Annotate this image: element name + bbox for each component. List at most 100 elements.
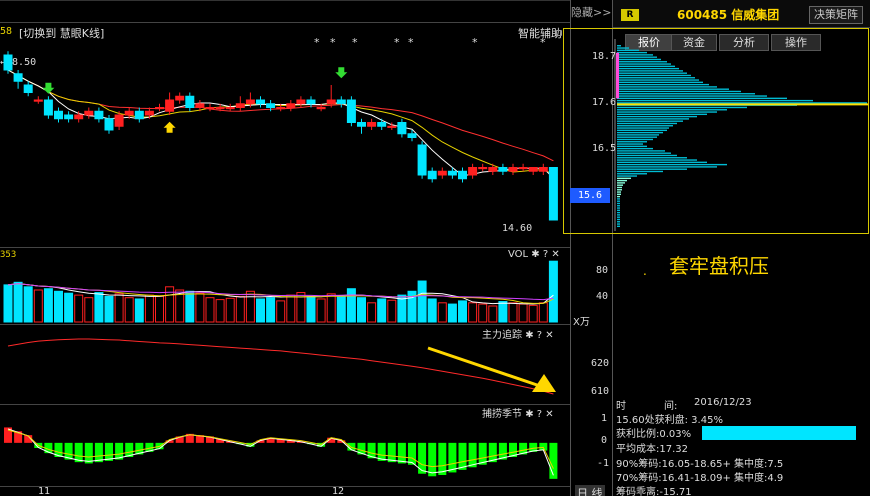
- chip-bar: [617, 195, 620, 198]
- volume-bar: [508, 302, 518, 323]
- candle-body: [185, 95, 195, 108]
- candle-body: [276, 107, 286, 110]
- help-icon[interactable]: ?: [537, 330, 542, 341]
- chip-bar: [617, 216, 620, 218]
- chip-bar: [617, 136, 657, 138]
- volume-bar: [316, 298, 326, 323]
- chip-bar: [617, 72, 687, 74]
- season-bar: [105, 442, 113, 461]
- volume-bar: [326, 293, 336, 323]
- chip-price-tick: 16.5: [592, 143, 617, 154]
- gear-icon[interactable]: ✱: [525, 409, 533, 420]
- volume-bar: [195, 292, 205, 323]
- volume-bar: [104, 295, 114, 323]
- gear-icon[interactable]: ✱: [531, 249, 539, 260]
- candle-body: [498, 167, 508, 172]
- chip-bar: [617, 90, 741, 93]
- chip-bar: [617, 152, 671, 154]
- volume-bar: [276, 300, 286, 323]
- candle-body: [336, 99, 346, 105]
- candle-body: [367, 122, 377, 127]
- track-toolbar: 主力追踪 ✱ ? ✕: [482, 326, 554, 341]
- candle-body: [397, 122, 407, 135]
- hide-panel-button[interactable]: 隐藏>>: [571, 4, 611, 20]
- candle-body: [54, 110, 63, 120]
- volume-bar: [225, 297, 235, 323]
- chip-bar: [617, 200, 620, 202]
- chip-bar: [617, 182, 625, 184]
- close-icon[interactable]: ✕: [545, 409, 553, 420]
- candle-body: [3, 54, 13, 71]
- volume-bar: [458, 300, 467, 323]
- period-selector[interactable]: 日 线: [575, 485, 605, 496]
- vol-toolbar: VOL ✱ ? ✕: [508, 249, 560, 260]
- candle-body: [346, 99, 356, 123]
- candle-body: [508, 167, 518, 172]
- chip-bar: [617, 221, 620, 223]
- candle-body: [165, 99, 175, 112]
- x-axis-label: 12: [332, 486, 345, 496]
- ma10-line: [7, 69, 554, 175]
- candle-body: [175, 95, 185, 101]
- candle-body: [468, 167, 478, 176]
- volume-bar: [367, 302, 377, 323]
- season-bar: [418, 442, 427, 474]
- volume-bar: [447, 303, 457, 323]
- chip-slogan: 套牢盘积压: [669, 254, 769, 278]
- chip-bar: [617, 49, 639, 52]
- chip-bar: [617, 70, 683, 72]
- volume-bar: [256, 298, 265, 323]
- chip-bar: [617, 163, 727, 166]
- candle-body: [104, 118, 114, 131]
- candle-body: [518, 167, 528, 170]
- volume-bar: [235, 295, 245, 323]
- candle-body: [548, 167, 558, 221]
- chip-bar: [617, 47, 629, 49]
- candle-body: [64, 114, 74, 120]
- volume-bar: [64, 292, 74, 323]
- slogan-dot: .: [643, 264, 647, 278]
- chip-bar: [617, 109, 727, 111]
- chip-bar: [617, 223, 620, 225]
- track-tick: 610: [591, 386, 610, 397]
- chip-bar: [617, 118, 689, 120]
- volume-bar: [437, 302, 447, 323]
- decision-matrix-button[interactable]: 决策矩阵: [809, 6, 863, 24]
- candle-body: [84, 110, 94, 116]
- candle-body: [296, 99, 306, 105]
- volume-bar: [387, 299, 397, 323]
- candle-body: [488, 167, 498, 172]
- chip-bar: [617, 179, 627, 182]
- close-icon[interactable]: ✕: [545, 330, 553, 341]
- chip-bar: [617, 61, 667, 63]
- candle-body: [417, 144, 427, 176]
- chip-bar: [617, 86, 717, 88]
- chip-bar: [617, 131, 663, 134]
- close-icon[interactable]: ✕: [551, 249, 559, 260]
- stat-profit-ratio: 获利比例:0.03%: [616, 429, 692, 440]
- chip-bar: [617, 198, 620, 200]
- help-icon[interactable]: ?: [543, 249, 548, 260]
- season-bar: [428, 442, 437, 477]
- x-axis-label: 11: [38, 486, 51, 496]
- candle-body: [74, 114, 84, 120]
- season-bar: [387, 442, 396, 463]
- gear-icon[interactable]: ✱: [525, 330, 533, 341]
- chip-bar: [617, 186, 622, 189]
- sell-signal-arrow: [42, 82, 55, 94]
- chip-bar: [617, 143, 643, 145]
- volume-bar: [94, 292, 104, 323]
- track-label: 主力追踪: [482, 330, 522, 341]
- kline-chart-area[interactable]: 58 [切换到 慧眼K线] 智能辅助 * * * * * * * ←18.50 …: [0, 0, 570, 496]
- help-icon[interactable]: ?: [537, 409, 542, 420]
- volume-bar: [84, 297, 94, 323]
- chip-bar: [617, 51, 647, 54]
- volume-bar: [286, 294, 296, 323]
- chip-bar: [617, 184, 623, 186]
- vol-label: VOL: [508, 249, 529, 260]
- chip-bar: [617, 93, 755, 95]
- candle-body: [215, 107, 225, 110]
- volume-bar: [427, 298, 437, 323]
- chip-bar: [617, 63, 671, 65]
- season-bar: [438, 442, 447, 475]
